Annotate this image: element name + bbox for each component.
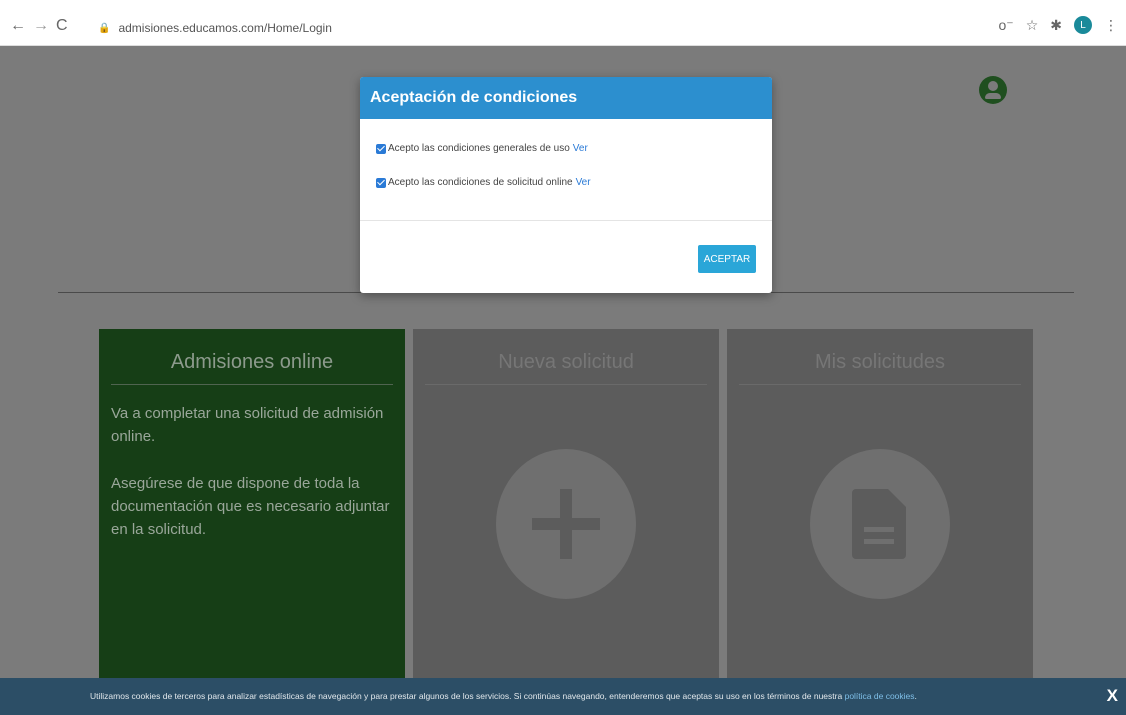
cookie-policy-link[interactable]: política de cookies xyxy=(845,691,915,701)
url-text[interactable]: admisiones.educamos.com/Home/Login xyxy=(118,21,331,35)
key-icon[interactable]: o⁻ xyxy=(999,17,1014,34)
browser-chrome: ← → C 🔒 admisiones.educamos.com/Home/Log… xyxy=(0,0,1126,46)
modal-title: Aceptación de condiciones xyxy=(370,89,578,106)
extensions-icon[interactable]: ✱ xyxy=(1050,17,1062,34)
document-icon[interactable] xyxy=(810,449,950,599)
modal-header: Aceptación de condiciones xyxy=(360,77,772,119)
close-icon[interactable]: X xyxy=(1107,686,1118,706)
back-icon[interactable]: ← xyxy=(10,17,26,35)
forward-icon[interactable]: → xyxy=(33,17,49,35)
card-mis-solicitudes[interactable]: Mis solicitudes xyxy=(727,329,1033,715)
terms-modal: Aceptación de condiciones Acepto las con… xyxy=(360,77,772,293)
cookie-message: Utilizamos cookies de terceros para anal… xyxy=(90,691,843,701)
card-paragraph: Asegúrese de que dispone de toda la docu… xyxy=(111,475,390,538)
terms-general-label: Acepto las condiciones generales de uso xyxy=(388,143,570,154)
menu-icon[interactable]: ⋮ xyxy=(1104,17,1118,34)
modal-body: Acepto las condiciones generales de uso … xyxy=(360,119,772,221)
card-divider xyxy=(739,384,1021,385)
card-divider xyxy=(111,384,393,385)
card-nueva-solicitud[interactable]: Nueva solicitud xyxy=(413,329,719,715)
terms-online-label: Acepto las condiciones de solicitud onli… xyxy=(388,177,573,188)
terms-checkbox-row: Acepto las condiciones de solicitud onli… xyxy=(376,177,591,188)
cookie-period: . xyxy=(914,691,917,701)
card-title: Admisiones online xyxy=(170,351,334,373)
lock-icon[interactable]: 🔒 xyxy=(98,23,110,34)
accept-button[interactable]: ACEPTAR xyxy=(698,245,756,273)
card-title: Nueva solicitud xyxy=(498,351,634,373)
card-divider xyxy=(425,384,707,385)
reload-icon[interactable]: C xyxy=(56,17,68,35)
terms-general-checkbox[interactable] xyxy=(376,143,386,154)
star-icon[interactable]: ☆ xyxy=(1026,17,1039,34)
card-title: Mis solicitudes xyxy=(814,351,946,373)
terms-checkbox-row: Acepto las condiciones generales de uso … xyxy=(376,143,588,154)
cookie-text: Utilizamos cookies de terceros para anal… xyxy=(90,691,917,701)
toolbar-icons: o⁻ ☆ ✱ L ⋮ xyxy=(999,16,1118,34)
terms-online-link[interactable]: Ver xyxy=(576,177,591,188)
address-bar[interactable]: 🔒 admisiones.educamos.com/Home/Login xyxy=(92,16,972,40)
profile-avatar[interactable]: L xyxy=(1074,16,1092,34)
cookie-bar: Utilizamos cookies de terceros para anal… xyxy=(0,678,1126,715)
card-admisiones-online: Admisiones online Va a completar una sol… xyxy=(99,329,405,715)
plus-icon[interactable] xyxy=(496,449,636,599)
terms-online-checkbox[interactable] xyxy=(376,177,386,188)
user-account-icon[interactable] xyxy=(979,76,1007,104)
terms-general-link[interactable]: Ver xyxy=(573,143,588,154)
card-paragraph: Va a completar una solicitud de admisión… xyxy=(111,405,384,445)
page-content: Admisiones online Va a completar una sol… xyxy=(0,46,1126,715)
